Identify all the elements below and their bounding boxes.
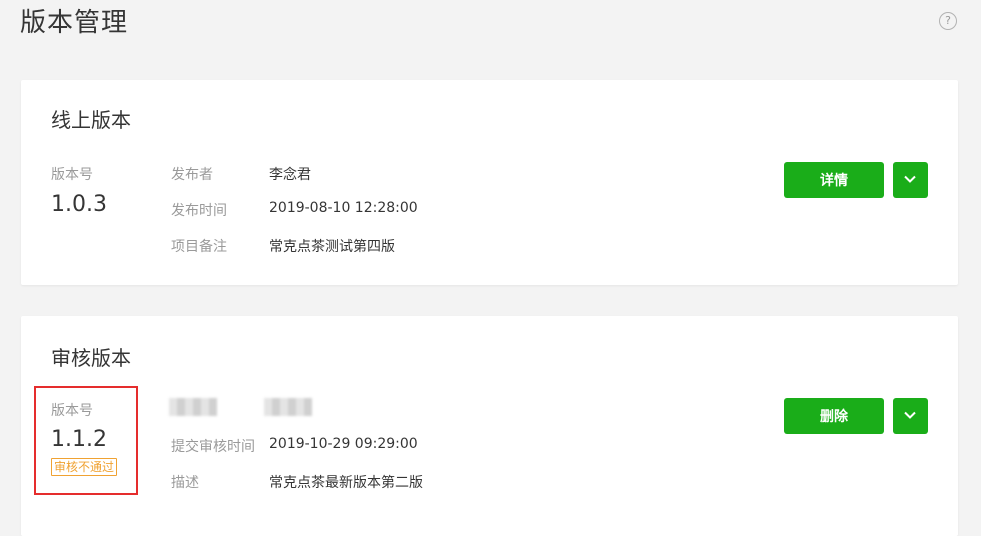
publish-time-label: 发布时间 <box>171 203 227 219</box>
version-number: 1.0.3 <box>51 192 107 217</box>
review-version-title: 审核版本 <box>51 346 131 370</box>
version-label: 版本号 <box>51 167 93 183</box>
publisher-label: 发布者 <box>171 167 213 183</box>
more-dropdown-button[interactable] <box>893 162 928 198</box>
publish-time-value: 2019-08-10 12:28:00 <box>269 200 418 216</box>
version-label: 版本号 <box>51 403 93 419</box>
submit-time-value: 2019-10-29 09:29:00 <box>269 436 418 452</box>
chevron-down-icon <box>904 175 916 183</box>
project-note-label: 项目备注 <box>171 239 227 255</box>
help-icon[interactable]: ? <box>939 12 957 30</box>
review-version-card: 审核版本 版本号 1.1.2 审核不通过 提交审核时间 2019-10-29 0… <box>21 316 958 536</box>
more-dropdown-button[interactable] <box>893 398 928 434</box>
version-number: 1.1.2 <box>51 427 107 452</box>
status-badge: 审核不通过 <box>51 458 118 476</box>
description-value: 常克点茶最新版本第二版 <box>269 475 423 491</box>
page-title: 版本管理 <box>20 8 129 38</box>
redacted-label <box>169 398 217 416</box>
submit-time-label: 提交审核时间 <box>171 439 255 455</box>
details-button[interactable]: 详情 <box>784 162 884 198</box>
online-version-card: 线上版本 版本号 1.0.3 发布者 李念君 发布时间 2019-08-10 1… <box>21 80 958 285</box>
redacted-value <box>264 398 312 416</box>
chevron-down-icon <box>904 411 916 419</box>
delete-button[interactable]: 删除 <box>784 398 884 434</box>
description-label: 描述 <box>171 475 199 491</box>
project-note-value: 常克点茶测试第四版 <box>269 239 395 255</box>
online-version-title: 线上版本 <box>51 108 131 132</box>
publisher-value: 李念君 <box>269 167 311 183</box>
